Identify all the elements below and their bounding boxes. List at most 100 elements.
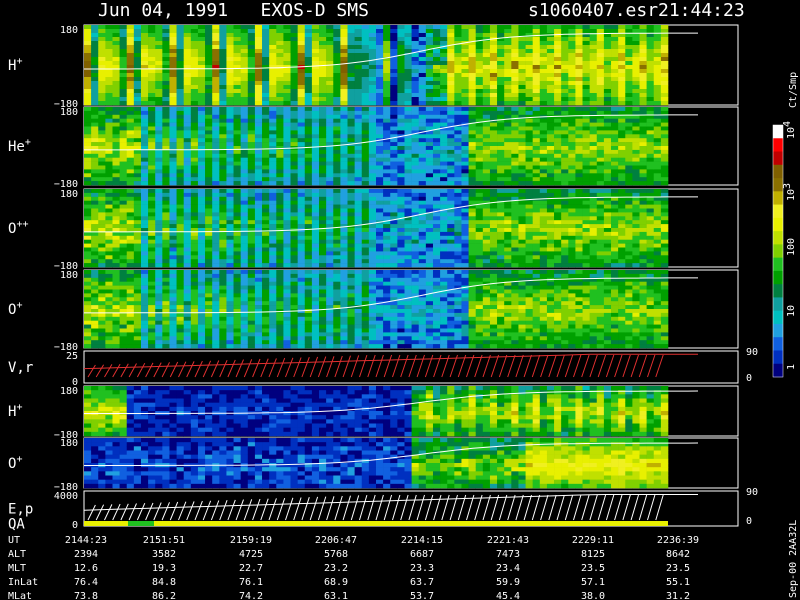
spectrogram-cell <box>98 138 106 143</box>
spectrogram-cell <box>183 77 192 82</box>
spectrogram-cell <box>497 110 505 116</box>
spectrogram-cell <box>119 189 128 194</box>
spectrogram-cell <box>390 97 398 102</box>
spectrogram-cell <box>212 231 220 237</box>
spectrogram-cell <box>639 220 647 225</box>
spectrogram-cell <box>589 73 598 78</box>
spectrogram-cell <box>276 107 284 112</box>
spectrogram-cell <box>532 126 541 131</box>
spectrogram-cell <box>554 126 562 131</box>
spectrogram-cell <box>148 177 156 182</box>
spectrogram-cell <box>411 243 420 248</box>
spectrogram-cell <box>190 85 199 90</box>
spectrogram-cell <box>91 85 99 90</box>
spectrogram-cell <box>333 110 341 116</box>
spectrogram-cell <box>539 85 548 90</box>
spectrogram-cell <box>155 126 163 131</box>
spectrogram-cell <box>368 69 377 74</box>
spectrogram-cell <box>440 161 448 166</box>
spectrogram-cell <box>269 122 277 127</box>
spectrogram-cell <box>432 212 441 217</box>
spectrogram-cell <box>660 142 669 147</box>
spectrogram-cell <box>91 192 99 198</box>
spectrogram-cell <box>404 107 412 112</box>
spectrogram-cell <box>618 212 626 217</box>
spectrogram-cell <box>440 247 448 252</box>
spectrogram-cell <box>240 231 249 237</box>
spectrogram-cell <box>319 165 327 170</box>
spectrogram-cell <box>290 157 298 162</box>
spectrogram-cell <box>98 289 106 294</box>
spectrogram-cell <box>126 251 135 256</box>
spectrogram-cell <box>347 101 355 106</box>
spectrogram-cell <box>190 73 199 78</box>
spectrogram-cell <box>226 208 234 213</box>
spectrogram-cell <box>126 142 135 147</box>
spectrogram-cell <box>197 153 206 158</box>
spectrogram-cell <box>518 149 526 155</box>
spectrogram-cell <box>368 97 377 102</box>
spectrogram-cell <box>84 344 92 349</box>
spectrogram-cell <box>532 122 541 127</box>
spectrogram-cell <box>432 93 441 98</box>
spectrogram-cell <box>226 157 234 162</box>
spectrogram-cell <box>105 165 113 170</box>
spectrogram-cell <box>326 107 334 112</box>
spectrogram-cell <box>133 73 142 78</box>
spectrogram-cell <box>311 204 320 209</box>
spectrogram-cell <box>140 196 149 201</box>
spectrogram-cell <box>361 107 370 112</box>
spectrogram-cell <box>269 107 277 112</box>
spectrogram-cell <box>133 224 142 229</box>
spectrogram-cell <box>183 251 192 256</box>
spectrogram-cell <box>311 251 320 256</box>
spectrogram-cell <box>233 216 241 221</box>
spectrogram-cell <box>297 224 306 229</box>
spectrogram-cell <box>418 165 427 170</box>
spectrogram-cell <box>475 114 484 119</box>
spectrogram-cell <box>91 153 99 158</box>
spectrogram-cell <box>269 263 277 268</box>
spectrogram-cell <box>91 173 99 178</box>
spectrogram-cell <box>454 149 462 155</box>
spectrogram-cell <box>418 177 427 182</box>
spectrogram-cell <box>105 97 113 102</box>
spectrogram-cell <box>582 247 590 252</box>
spectrogram-cell <box>582 243 590 248</box>
spectrogram-cell <box>376 101 384 106</box>
spectrogram-cell <box>326 89 334 94</box>
spectrogram-cell <box>468 85 477 90</box>
spectrogram-cell <box>625 189 633 194</box>
spectrogram-cell <box>190 196 199 201</box>
spectrogram-cell <box>105 41 113 46</box>
spectrogram-cell <box>190 107 199 112</box>
spectrogram-cell <box>148 53 156 58</box>
spectrogram-cell <box>262 49 270 54</box>
spectrogram-cell <box>112 161 120 166</box>
spectrogram-cell <box>226 33 234 38</box>
spectrogram-cell <box>525 196 533 201</box>
spectrogram-cell <box>532 49 541 54</box>
spectrogram-cell <box>304 228 313 233</box>
spectrogram-cell <box>91 157 99 162</box>
spectrogram-cell <box>119 41 128 46</box>
spectrogram-cell <box>297 101 306 106</box>
spectrogram-cell <box>468 138 477 143</box>
spectrogram-cell <box>504 231 512 237</box>
spectrogram-cell <box>561 251 569 256</box>
spectrogram-cell <box>554 247 562 252</box>
spectrogram-cell <box>532 101 541 106</box>
spectrogram-cell <box>297 25 306 30</box>
spectrogram-cell <box>525 97 533 102</box>
spectrogram-cell <box>411 53 420 58</box>
spectrogram-cell <box>532 259 541 264</box>
spectrogram-cell <box>404 212 412 217</box>
spectrogram-cell <box>397 263 405 268</box>
spectrogram-cell <box>262 122 270 127</box>
spectrogram-cell <box>269 259 277 264</box>
spectrogram-cell <box>91 134 99 139</box>
spectrogram-cell <box>119 204 128 209</box>
spectrogram-cell <box>596 204 605 209</box>
spectrogram-cell <box>561 173 569 178</box>
spectrogram-cell <box>504 192 512 198</box>
